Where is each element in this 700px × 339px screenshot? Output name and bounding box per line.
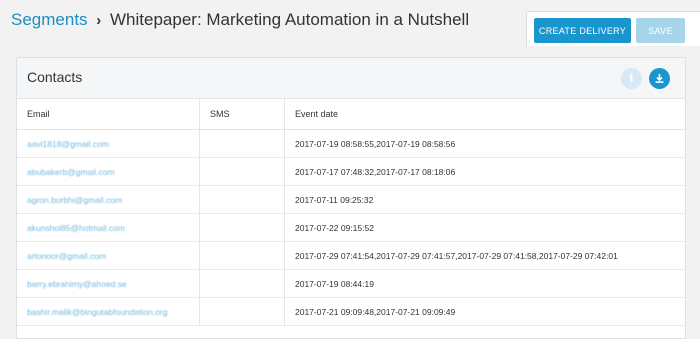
table-row: abubakerb@gmail.com 2017-07-17 07:48:32,…	[17, 157, 685, 186]
event-date-cell: 2017-07-19 08:44:19	[284, 269, 685, 298]
sms-cell	[199, 157, 285, 186]
breadcrumb-segments-link[interactable]: Segments	[11, 10, 88, 29]
event-date-cell: 2017-07-17 07:48:32,2017-07-17 08:18:06	[284, 157, 685, 186]
contacts-table: Email SMS Event date aavi1818@gmail.com …	[17, 99, 685, 326]
email-link[interactable]: aavi1818@gmail.com	[27, 139, 109, 149]
create-delivery-button[interactable]: CREATE DELIVERY	[534, 18, 631, 43]
event-date-cell: 2017-07-29 07:41:54,2017-07-29 07:41:57,…	[284, 241, 685, 270]
contacts-panel: Contacts i Email SMS Event date aavi1818…	[16, 57, 686, 339]
email-link[interactable]: abubakerb@gmail.com	[27, 167, 115, 177]
email-cell: barry.ebrahimy@ahoed.se	[17, 269, 200, 298]
table-header-row: Email SMS Event date	[17, 99, 685, 130]
chevron-right-icon: ›	[96, 12, 102, 29]
email-link[interactable]: artonoor@gmail.com	[27, 251, 106, 261]
column-header-event-date[interactable]: Event date	[284, 99, 685, 130]
email-cell: abubakerb@gmail.com	[17, 157, 200, 186]
email-link[interactable]: barry.ebrahimy@ahoed.se	[27, 279, 127, 289]
email-link[interactable]: akunshol85@hotmail.com	[27, 223, 125, 233]
email-cell: akunshol85@hotmail.com	[17, 213, 200, 242]
table-row: bashir.malik@bingutabfoundation.org 2017…	[17, 297, 685, 326]
sms-cell	[199, 269, 285, 298]
sms-cell	[199, 185, 285, 214]
table-row: agron.burbhi@gmail.com 2017-07-11 09:25:…	[17, 185, 685, 214]
panel-title: Contacts	[27, 69, 83, 85]
email-cell: agron.burbhi@gmail.com	[17, 185, 200, 214]
email-link[interactable]: agron.burbhi@gmail.com	[27, 195, 122, 205]
breadcrumb: Segments › Whitepaper: Marketing Automat…	[11, 9, 469, 32]
column-header-email[interactable]: Email	[17, 99, 200, 130]
sms-cell	[199, 213, 285, 242]
table-row: barry.ebrahimy@ahoed.se 2017-07-19 08:44…	[17, 269, 685, 298]
table-row: akunshol85@hotmail.com 2017-07-22 09:15:…	[17, 213, 685, 242]
sms-cell	[199, 129, 285, 158]
email-cell: bashir.malik@bingutabfoundation.org	[17, 297, 200, 326]
event-date-cell: 2017-07-22 09:15:52	[284, 213, 685, 242]
save-button[interactable]: SAVE	[636, 18, 685, 43]
email-cell: aavi1818@gmail.com	[17, 129, 200, 158]
table-row: artonoor@gmail.com 2017-07-29 07:41:54,2…	[17, 241, 685, 270]
email-link[interactable]: bashir.malik@bingutabfoundation.org	[27, 307, 167, 317]
download-icon[interactable]	[649, 68, 670, 89]
table-row: aavi1818@gmail.com 2017-07-19 08:58:55,2…	[17, 129, 685, 158]
event-date-cell: 2017-07-11 09:25:32	[284, 185, 685, 214]
sms-cell	[199, 297, 285, 326]
sms-cell	[199, 241, 285, 270]
column-header-sms[interactable]: SMS	[199, 99, 285, 130]
event-date-cell: 2017-07-21 09:09:48,2017-07-21 09:09:49	[284, 297, 685, 326]
event-date-cell: 2017-07-19 08:58:55,2017-07-19 08:58:56	[284, 129, 685, 158]
page-title: Whitepaper: Marketing Automation in a Nu…	[110, 10, 470, 29]
panel-header: Contacts i	[17, 58, 685, 99]
email-cell: artonoor@gmail.com	[17, 241, 200, 270]
info-icon[interactable]: i	[621, 68, 642, 89]
